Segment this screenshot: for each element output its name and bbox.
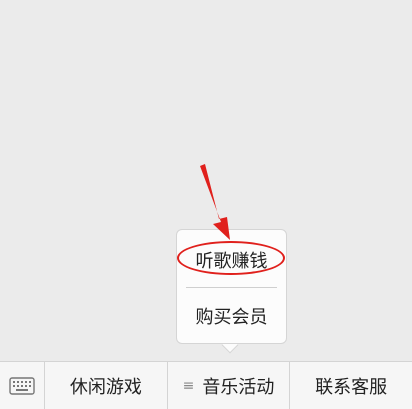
menu-tab-label: 联系客服 (315, 376, 388, 398)
popup-item-buy-membership[interactable]: 购买会员 (177, 303, 286, 333)
list-icon: ≡ (182, 377, 195, 394)
menu-tab-label: 音乐活动 (202, 376, 275, 398)
bottom-menu-bar: 休闲游戏 ≡ 音乐活动 联系客服 (0, 361, 412, 409)
menu-tab-label: 休闲游戏 (69, 376, 142, 398)
menu-tab-casual-games[interactable]: 休闲游戏 (45, 362, 168, 409)
popup-divider (186, 287, 277, 288)
popup-item-earn-by-listening[interactable]: 听歌赚钱 (177, 247, 286, 277)
popup-submenu: 听歌赚钱 购买会员 (176, 229, 287, 344)
keyboard-icon (9, 376, 35, 395)
menu-tab-music-activity[interactable]: ≡ 音乐活动 (168, 362, 291, 409)
menu-tab-contact-support[interactable]: 联系客服 (290, 362, 412, 409)
popup-item-label: 购买会员 (195, 307, 268, 328)
popup-item-label: 听歌赚钱 (195, 251, 268, 272)
keyboard-toggle-button[interactable] (0, 362, 45, 409)
